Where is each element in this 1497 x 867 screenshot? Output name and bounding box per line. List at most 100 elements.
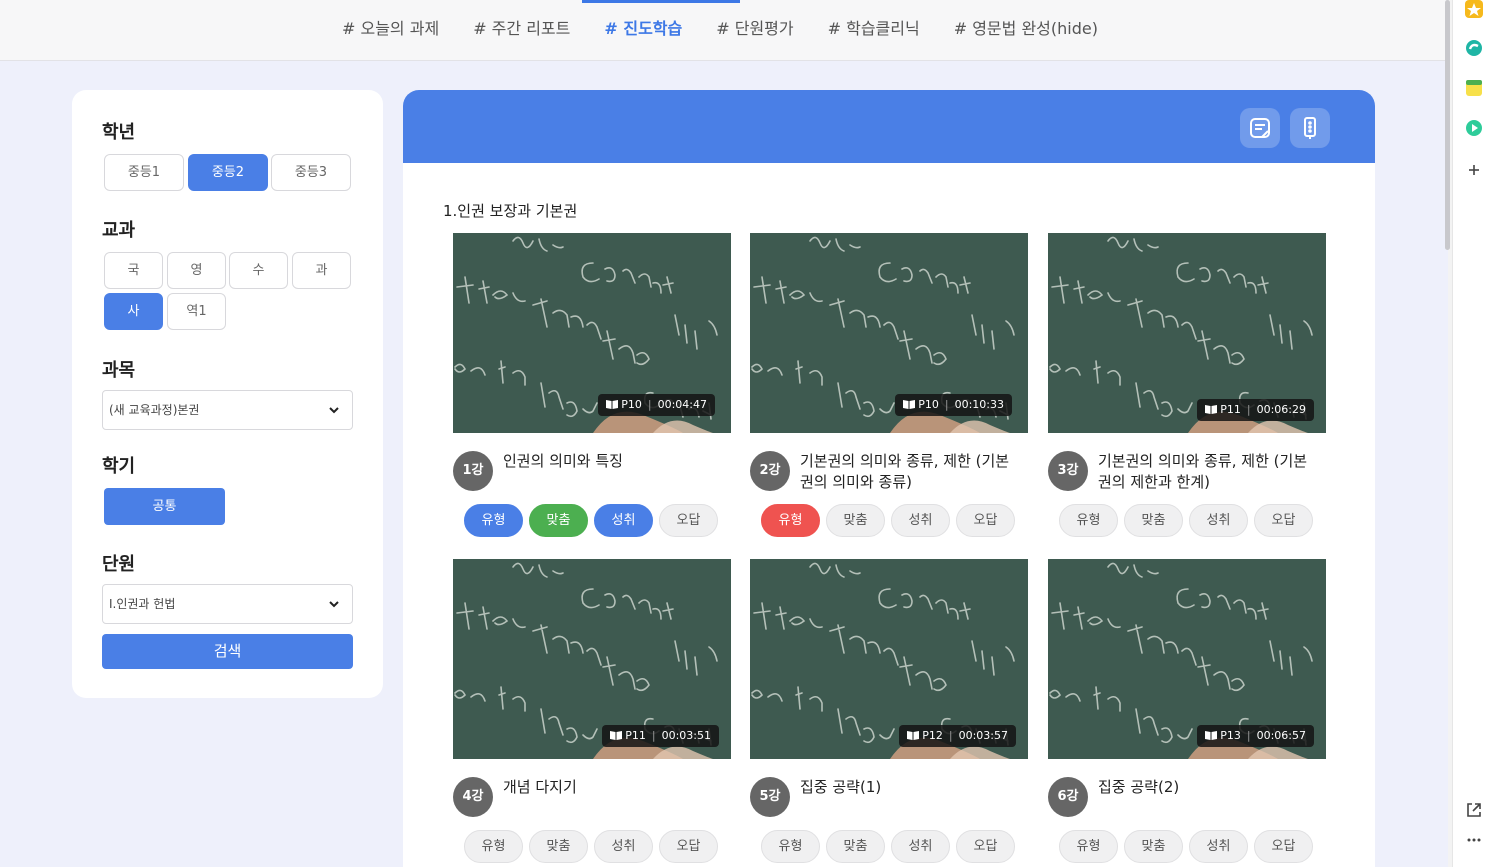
lesson-action-chip[interactable]: 오답 <box>659 830 718 863</box>
subject-select-value: (새 교육과정)본권 <box>109 403 200 417</box>
book-icon <box>610 731 623 740</box>
lesson-action-chip[interactable]: 맞춤 <box>1124 830 1183 863</box>
search-button[interactable]: 검색 <box>102 634 353 669</box>
lesson-number-badge: 6강 <box>1048 777 1088 817</box>
book-icon <box>606 400 619 409</box>
nav-tab[interactable]: # 진도학습 <box>582 0 740 61</box>
course-option[interactable]: 사 <box>104 293 163 330</box>
lesson-action-chip[interactable]: 맞춤 <box>1124 504 1183 537</box>
grade-option[interactable]: 중등3 <box>271 154 351 191</box>
lesson-action-chip[interactable]: 성취 <box>1189 504 1248 537</box>
video-page: P12 <box>922 729 943 742</box>
course-option[interactable]: 과 <box>292 252 351 289</box>
top-nav: # 오늘의 과제 # 주간 리포트 # 진도학습 # 단원평가 # 학습클리닉 # 영문법… <box>0 0 1448 61</box>
lesson-action-chip[interactable]: 성취 <box>891 830 950 863</box>
lesson-action-chip[interactable]: 유형 <box>1059 830 1118 863</box>
lesson-title[interactable]: 기본권의 의미와 종류, 제한 (기본권의 의미와 종류) <box>800 451 1020 493</box>
lesson-action-chip[interactable]: 오답 <box>659 504 718 537</box>
video-duration: 00:10:33 <box>954 398 1004 411</box>
lesson-action-chip[interactable]: 유형 <box>1059 504 1118 537</box>
lesson-video-thumbnail[interactable]: P11 | 00:03:51 <box>453 559 731 759</box>
lesson-action-chip[interactable]: 성취 <box>891 504 950 537</box>
lesson-video-thumbnail[interactable]: P11 | 00:06:29 <box>1048 233 1326 433</box>
subject-title: 과목 <box>102 360 136 381</box>
separator: | <box>1246 403 1251 416</box>
book-icon <box>1205 731 1218 740</box>
video-duration: 00:03:57 <box>958 729 1008 742</box>
semester-button[interactable]: 공통 <box>104 488 225 525</box>
video-page: P11 <box>1220 403 1241 416</box>
lesson-action-chip[interactable]: 오답 <box>956 504 1015 537</box>
notes-icon[interactable] <box>1464 78 1484 98</box>
grade-option[interactable]: 중등1 <box>104 154 184 191</box>
lesson-action-chip[interactable]: 오답 <box>1254 830 1313 863</box>
nav-tab[interactable]: # 오늘의 과제 <box>342 0 439 61</box>
nav-tab[interactable]: # 영문법 완성(hide) <box>954 0 1098 61</box>
grade-option[interactable]: 중등2 <box>188 154 268 191</box>
note-button[interactable] <box>1240 108 1280 148</box>
nav-tab[interactable]: # 학습클리닉 <box>828 0 920 61</box>
video-page: P10 <box>918 398 939 411</box>
browser-sidebar <box>1452 0 1497 867</box>
lesson-number-badge: 1강 <box>453 451 493 491</box>
course-option[interactable]: 영 <box>167 252 226 289</box>
filter-panel: 학년 중등1 중등2 중등3 교과 국 영 수 과 사 역1 과목 (새 교육과정)본권 학기… <box>72 90 383 698</box>
video-duration: 00:06:29 <box>1256 403 1306 416</box>
lesson-action-chip[interactable]: 성취 <box>594 504 653 537</box>
lesson-action-chip[interactable]: 성취 <box>594 830 653 863</box>
lesson-title[interactable]: 집중 공략(2) <box>1098 777 1318 798</box>
video-duration: 00:06:57 <box>1256 729 1306 742</box>
traffic-light-button[interactable] <box>1290 108 1330 148</box>
edge-icon[interactable] <box>1464 38 1484 58</box>
lesson-action-chip[interactable]: 맞춤 <box>529 504 588 537</box>
more-icon[interactable] <box>1464 830 1484 850</box>
lesson-video-thumbnail[interactable]: P10 | 00:10:33 <box>750 233 1028 433</box>
lesson-action-chip[interactable]: 오답 <box>1254 504 1313 537</box>
scrollbar-thumb[interactable] <box>1445 0 1450 250</box>
video-duration: 00:04:47 <box>657 398 707 411</box>
unit-select[interactable]: Ⅰ.인권과 헌법 <box>102 584 353 624</box>
nav-tab[interactable]: # 주간 리포트 <box>473 0 570 61</box>
book-icon <box>1205 405 1218 414</box>
book-icon <box>907 731 920 740</box>
subject-select[interactable]: (새 교육과정)본권 <box>102 390 353 430</box>
lesson-title[interactable]: 집중 공략(1) <box>800 777 1020 798</box>
lesson-panel-header <box>403 90 1375 163</box>
separator: | <box>647 398 652 411</box>
video-info-badge: P11 | 00:03:51 <box>602 725 719 747</box>
lesson-video-thumbnail[interactable]: P13 | 00:06:57 <box>1048 559 1326 759</box>
course-option[interactable]: 수 <box>229 252 288 289</box>
unit-select-value: Ⅰ.인권과 헌법 <box>109 597 176 611</box>
video-page: P13 <box>1220 729 1241 742</box>
unit-title-label: 단원 <box>102 554 136 575</box>
lesson-action-chip[interactable]: 성취 <box>1189 830 1248 863</box>
separator: | <box>1246 729 1251 742</box>
lesson-title[interactable]: 기본권의 의미와 종류, 제한 (기본권의 제한과 한계) <box>1098 451 1318 493</box>
media-icon[interactable] <box>1464 118 1484 138</box>
lesson-video-thumbnail[interactable]: P10 | 00:04:47 <box>453 233 731 433</box>
separator: | <box>651 729 656 742</box>
nav-tab[interactable]: # 단원평가 <box>716 0 793 61</box>
course-option[interactable]: 국 <box>104 252 163 289</box>
book-icon <box>903 400 916 409</box>
lesson-title[interactable]: 인권의 의미와 특징 <box>503 451 723 472</box>
note-icon <box>1250 118 1270 138</box>
lesson-action-chip[interactable]: 유형 <box>761 504 820 537</box>
favorites-icon[interactable] <box>1464 0 1484 20</box>
video-info-badge: P11 | 00:06:29 <box>1197 399 1314 421</box>
lesson-action-chip[interactable]: 유형 <box>464 830 523 863</box>
lesson-action-chip[interactable]: 유형 <box>761 830 820 863</box>
course-option[interactable]: 역1 <box>167 293 226 330</box>
lesson-action-chip[interactable]: 오답 <box>956 830 1015 863</box>
lesson-action-chip[interactable]: 맞춤 <box>529 830 588 863</box>
lesson-title[interactable]: 개념 다지기 <box>503 777 723 798</box>
lesson-action-chip[interactable]: 유형 <box>464 504 523 537</box>
chevron-down-icon <box>329 407 339 414</box>
lesson-video-thumbnail[interactable]: P12 | 00:03:57 <box>750 559 1028 759</box>
add-icon[interactable] <box>1464 160 1484 180</box>
separator: | <box>948 729 953 742</box>
lesson-action-chip[interactable]: 맞춤 <box>826 830 885 863</box>
lesson-action-chip[interactable]: 맞춤 <box>826 504 885 537</box>
open-external-icon[interactable] <box>1464 800 1484 820</box>
nav-tabs: # 오늘의 과제 # 주간 리포트 # 진도학습 # 단원평가 # 학습클리닉 # 영문법… <box>342 0 1132 61</box>
